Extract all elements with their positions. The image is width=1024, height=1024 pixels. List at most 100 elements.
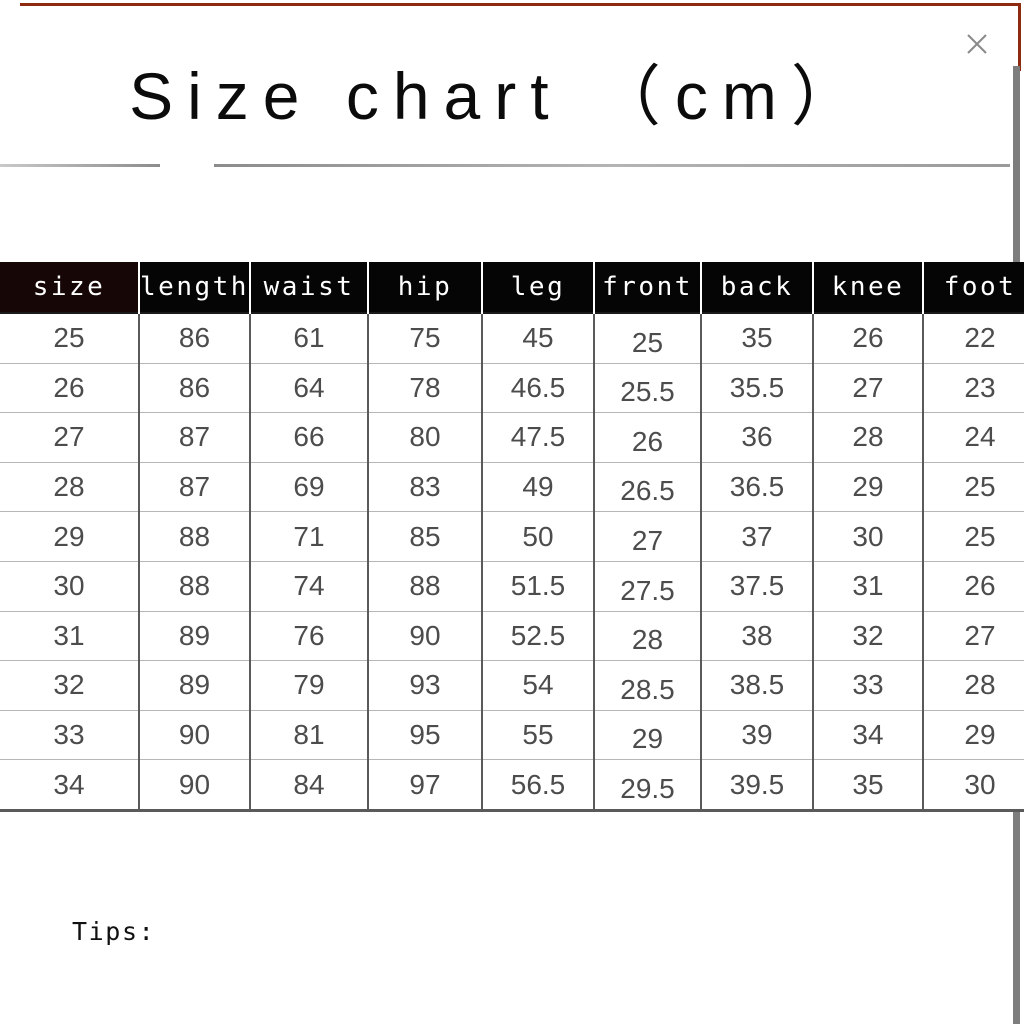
cell-hip-26: 78 [368, 363, 483, 414]
cell-foot-29: 25 [923, 511, 1024, 562]
tips-section: Tips: 1. In-kind shooting, but due to li… [72, 802, 972, 1024]
cell-length-27: 87 [139, 412, 251, 463]
cell-back-31: 38 [701, 611, 814, 662]
cell-front-29: 27 [594, 511, 702, 562]
table-header-row: size length waist hip leg front back knee foot [0, 262, 1024, 313]
cell-length-29: 88 [139, 511, 251, 562]
cell-waist-28: 69 [250, 462, 369, 513]
cell-hip-25: 75 [368, 311, 483, 364]
column-header-foot: foot [922, 262, 1024, 313]
cell-back-27: 36 [701, 412, 814, 463]
cell-foot-27: 24 [923, 412, 1024, 463]
tips-heading: Tips: [72, 917, 156, 946]
size-chart-table: size length waist hip leg front back knee foot 2… [0, 262, 1024, 812]
size-chart-page: Size chart （cm） size length waist hip leg fro… [0, 0, 1024, 1024]
cell-waist-32: 79 [250, 660, 369, 711]
cell-leg-30: 51.5 [482, 561, 595, 612]
cell-back-25: 35 [701, 311, 814, 364]
cell-knee-25: 26 [813, 311, 924, 364]
cell-leg-28: 49 [482, 462, 595, 513]
cell-knee-32: 33 [813, 660, 924, 711]
cell-waist-29: 71 [250, 511, 369, 562]
cell-leg-25: 45 [482, 311, 595, 364]
cell-front-26: 25.5 [594, 363, 702, 414]
column-header-knee: knee [812, 262, 924, 313]
column-header-length: length [138, 262, 251, 313]
cell-waist-27: 66 [250, 412, 369, 463]
cell-leg-33: 55 [482, 710, 595, 761]
cell-waist-31: 76 [250, 611, 369, 662]
cell-back-32: 38.5 [701, 660, 814, 711]
table-row: 31 89 76 90 52.5 28 38 32 27 [0, 611, 1024, 662]
cell-foot-33: 29 [923, 710, 1024, 761]
cell-hip-33: 95 [368, 710, 483, 761]
top-accent-rule [20, 3, 1020, 6]
column-header-hip: hip [367, 262, 483, 313]
cell-knee-27: 28 [813, 412, 924, 463]
right-accent-rule [1018, 3, 1021, 71]
cell-hip-32: 93 [368, 660, 483, 711]
cell-size-31: 31 [0, 611, 140, 662]
close-icon[interactable] [963, 30, 991, 58]
column-header-waist: waist [249, 262, 369, 313]
cell-back-29: 37 [701, 511, 814, 562]
cell-length-25: 86 [139, 311, 251, 364]
cell-size-29: 29 [0, 511, 140, 562]
cell-foot-28: 25 [923, 462, 1024, 513]
cell-foot-31: 27 [923, 611, 1024, 662]
table-row: 32 89 79 93 54 28.5 38.5 33 28 [0, 660, 1024, 711]
column-header-back: back [700, 262, 814, 313]
cell-back-30: 37.5 [701, 561, 814, 612]
column-header-size: size [0, 262, 140, 313]
cell-back-28: 36.5 [701, 462, 814, 513]
cell-front-32: 28.5 [594, 660, 702, 711]
cell-foot-25: 22 [923, 311, 1024, 364]
cell-front-30: 27.5 [594, 561, 702, 612]
cell-leg-29: 50 [482, 511, 595, 562]
cell-leg-31: 52.5 [482, 611, 595, 662]
cell-hip-27: 80 [368, 412, 483, 463]
title-divider-left [0, 164, 160, 167]
table-row: 30 88 74 88 51.5 27.5 37.5 31 26 [0, 561, 1024, 612]
cell-front-31: 28 [594, 611, 702, 662]
column-header-front: front [593, 262, 702, 313]
cell-leg-32: 54 [482, 660, 595, 711]
cell-length-26: 86 [139, 363, 251, 414]
cell-knee-31: 32 [813, 611, 924, 662]
cell-length-31: 89 [139, 611, 251, 662]
cell-size-27: 27 [0, 412, 140, 463]
cell-size-30: 30 [0, 561, 140, 612]
cell-size-25: 25 [0, 311, 140, 364]
table-body: 25 86 61 75 45 25 35 26 22 26 86 64 78 46.5 25.5 35.5 27… [0, 311, 1024, 812]
cell-knee-26: 27 [813, 363, 924, 414]
cell-knee-30: 31 [813, 561, 924, 612]
cell-length-32: 89 [139, 660, 251, 711]
cell-front-33: 29 [594, 710, 702, 761]
table-row: 27 87 66 80 47.5 26 36 28 24 [0, 412, 1024, 463]
page-title: Size chart （cm） [129, 59, 871, 133]
cell-length-28: 87 [139, 462, 251, 513]
cell-hip-28: 83 [368, 462, 483, 513]
cell-length-30: 88 [139, 561, 251, 612]
cell-leg-26: 46.5 [482, 363, 595, 414]
cell-length-33: 90 [139, 710, 251, 761]
cell-hip-31: 90 [368, 611, 483, 662]
cell-waist-26: 64 [250, 363, 369, 414]
cell-foot-26: 23 [923, 363, 1024, 414]
table-row: 33 90 81 95 55 29 39 34 29 [0, 710, 1024, 761]
table-row: 25 86 61 75 45 25 35 26 22 [0, 311, 1024, 364]
cell-hip-30: 88 [368, 561, 483, 612]
cell-waist-25: 61 [250, 311, 369, 364]
table-row: 26 86 64 78 46.5 25.5 35.5 27 23 [0, 363, 1024, 414]
column-header-leg: leg [481, 262, 595, 313]
title-divider-right [214, 164, 1010, 167]
cell-hip-29: 85 [368, 511, 483, 562]
cell-knee-33: 34 [813, 710, 924, 761]
cell-knee-28: 29 [813, 462, 924, 513]
table-row: 29 88 71 85 50 27 37 30 25 [0, 511, 1024, 562]
cell-foot-32: 28 [923, 660, 1024, 711]
cell-front-25: 25 [594, 311, 702, 364]
table-row: 28 87 69 83 49 26.5 36.5 29 25 [0, 462, 1024, 513]
cell-waist-33: 81 [250, 710, 369, 761]
cell-foot-30: 26 [923, 561, 1024, 612]
